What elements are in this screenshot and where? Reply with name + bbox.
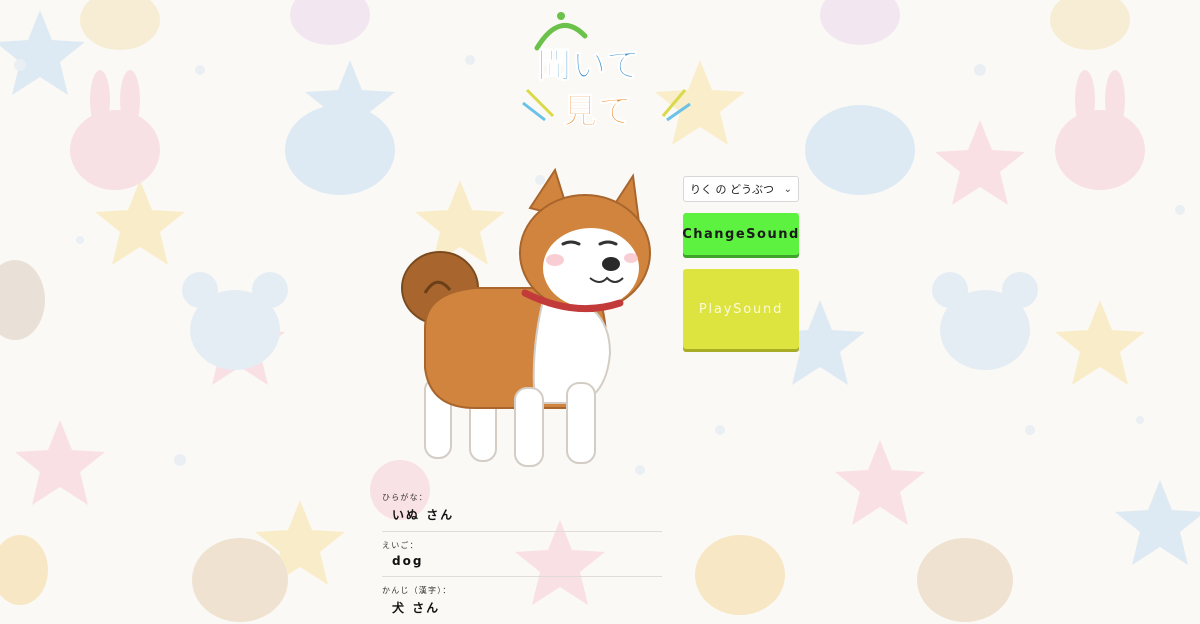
kanji-value: 犬 さん	[392, 601, 441, 615]
chevron-down-icon: ⌄	[783, 183, 792, 195]
category-select-value: りく の どうぶつ	[690, 183, 774, 196]
logo-line-1: 聞いて	[537, 46, 641, 87]
category-select[interactable]: りく の どうぶつ ⌄	[683, 176, 799, 202]
hiragana-label: ひらがな：	[382, 493, 428, 502]
english-value: dog	[392, 554, 424, 568]
app-logo: 聞いて 見て	[515, 8, 695, 133]
animal-info-panel: ひらがな： いぬ さん えいご： dog かんじ（漢字）： 犬 さん	[382, 492, 662, 616]
english-label: えいご：	[382, 541, 419, 550]
shiba-dog-illustration	[401, 168, 651, 467]
play-sound-button[interactable]: PlaySound	[683, 269, 799, 349]
change-sound-button[interactable]: ChangeSound	[682, 213, 799, 255]
logo-line-2: 見て	[563, 92, 633, 133]
kanji-label: かんじ（漢字）：	[382, 586, 452, 595]
divider	[382, 531, 662, 532]
divider	[382, 576, 662, 577]
hiragana-value: いぬ さん	[392, 508, 455, 522]
